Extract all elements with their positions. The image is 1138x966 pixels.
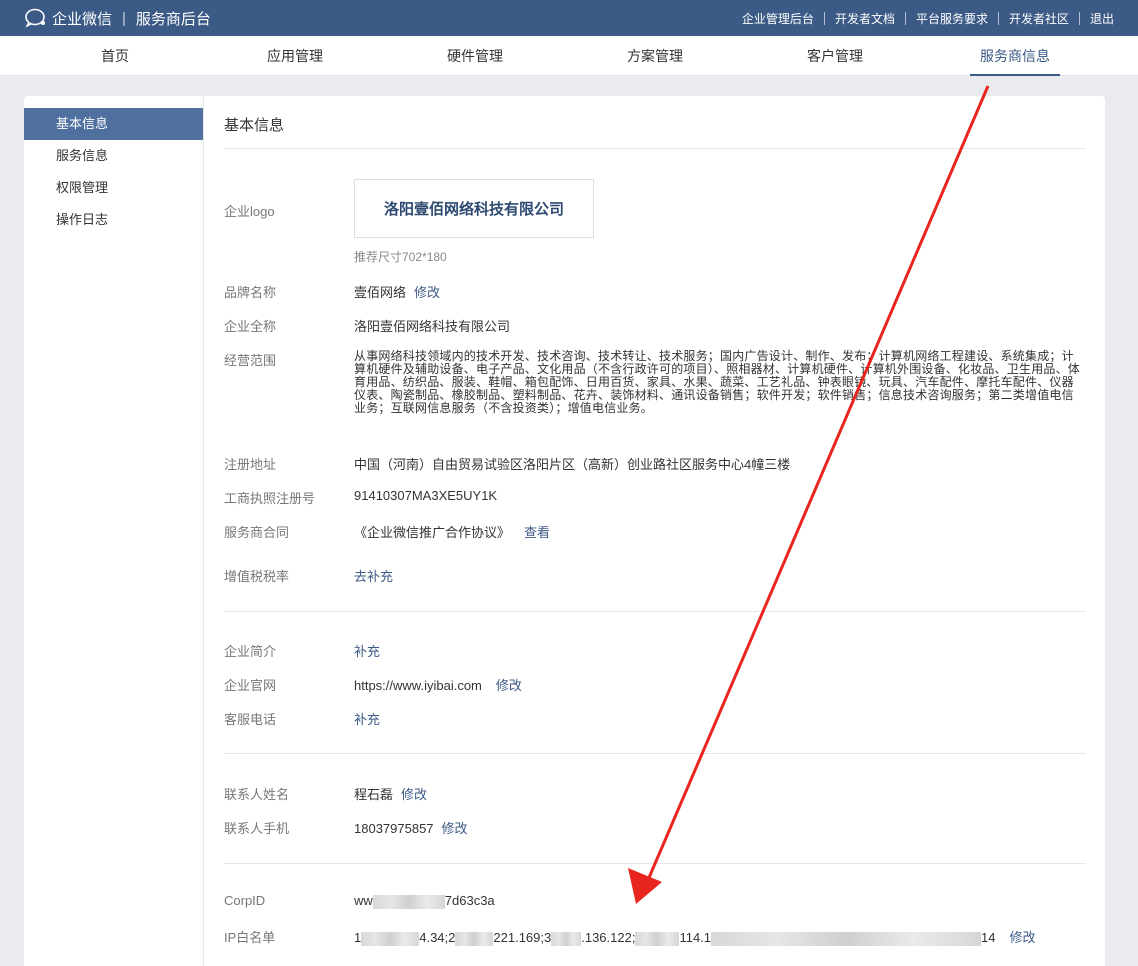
divider xyxy=(224,863,1086,864)
label-phone: 客服电话 xyxy=(224,712,277,727)
page-title: 基本信息 xyxy=(224,117,285,134)
link-platform-rules[interactable]: 平台服务要求 xyxy=(916,10,988,27)
sidebar-item-operation-log[interactable]: 操作日志 xyxy=(24,204,203,236)
ip-whitelist-value: 1 4.34;2 221.169;3 .136.122; 114.1 14 修改 xyxy=(354,927,1036,946)
brand[interactable]: 企业微信 | 服务商后台 xyxy=(24,0,211,36)
ip-part: 221.169;3 xyxy=(493,930,552,945)
website-value: https://www.iyibai.com xyxy=(354,678,482,693)
top-links: 企业管理后台 开发者文档 平台服务要求 开发者社区 退出 xyxy=(742,0,1114,36)
contact-name-wrap: 程石磊 修改 xyxy=(354,784,427,803)
label-tax: 增值税税率 xyxy=(224,569,290,584)
label-license: 工商执照注册号 xyxy=(224,491,316,506)
label-scope: 经营范围 xyxy=(224,353,277,368)
brand-value: 壹佰网络 xyxy=(354,285,407,300)
license-value: 91410307MA3XE5UY1K xyxy=(354,488,498,503)
redacted-block xyxy=(635,931,680,946)
redacted-block xyxy=(372,894,445,909)
tab-provider-info[interactable]: 服务商信息 xyxy=(965,36,1065,76)
sidebar-item-service-info[interactable]: 服务信息 xyxy=(24,140,203,172)
corpid-prefix: ww xyxy=(354,893,373,908)
scope-value: 从事网络科技领域内的技术开发、技术咨询、技术转让、技术服务；国内广告设计、制作、… xyxy=(354,349,1081,415)
tax-value-wrap: 去补充 xyxy=(354,566,393,585)
edit-contact-mobile-link[interactable]: 修改 xyxy=(442,821,468,836)
intro-value-wrap: 补充 xyxy=(354,641,380,660)
label-brand: 品牌名称 xyxy=(224,285,277,300)
divider xyxy=(904,11,906,25)
top-bar: 企业微信 | 服务商后台 企业管理后台 开发者文档 平台服务要求 开发者社区 退… xyxy=(0,0,1138,36)
brand-value-wrap: 壹佰网络 修改 xyxy=(354,282,440,301)
full-name-value: 洛阳壹佰网络科技有限公司 xyxy=(354,319,511,334)
label-website: 企业官网 xyxy=(224,678,277,693)
redacted-block xyxy=(455,931,494,946)
add-intro-link[interactable]: 补充 xyxy=(354,644,380,659)
divider xyxy=(997,11,999,25)
label-intro: 企业简介 xyxy=(224,644,277,659)
ip-part: 114.1 xyxy=(679,930,712,945)
ip-part: 1 xyxy=(354,930,362,945)
divider xyxy=(224,148,1086,149)
website-value-wrap: https://www.iyibai.com 修改 xyxy=(354,675,522,694)
corpid-suffix: 7d63c3a xyxy=(444,893,495,908)
redacted-block xyxy=(711,931,982,946)
label-corpid: CorpID xyxy=(224,893,266,908)
label-full-name: 企业全称 xyxy=(224,319,277,334)
link-admin-console[interactable]: 企业管理后台 xyxy=(742,10,814,27)
label-contract: 服务商合同 xyxy=(224,525,290,540)
label-ip-whitelist: IP白名单 xyxy=(224,930,276,945)
link-dev-docs[interactable]: 开发者文档 xyxy=(835,10,895,27)
divider xyxy=(224,753,1086,754)
link-logout[interactable]: 退出 xyxy=(1090,10,1114,27)
tab-solutions[interactable]: 方案管理 xyxy=(605,36,705,76)
redacted-block xyxy=(551,931,582,946)
brand-name: 企业微信 xyxy=(52,10,113,28)
brand-separator: | xyxy=(122,9,126,27)
address-value: 中国（河南）自由贸易试验区洛阳片区（高新）创业路社区服务中心4幢三楼 xyxy=(354,457,791,472)
ip-part: 14 xyxy=(981,930,996,945)
phone-value-wrap: 补充 xyxy=(354,709,380,728)
contract-value-wrap: 《企业微信推广合作协议》 查看 xyxy=(354,522,550,541)
edit-ip-whitelist-link[interactable]: 修改 xyxy=(1010,930,1036,945)
edit-brand-link[interactable]: 修改 xyxy=(414,285,440,300)
divider xyxy=(224,611,1086,612)
tab-customers[interactable]: 客户管理 xyxy=(785,36,885,76)
sidebar-item-basic-info[interactable]: 基本信息 xyxy=(24,108,203,140)
tab-hardware[interactable]: 硬件管理 xyxy=(425,36,525,76)
label-contact-mobile: 联系人手机 xyxy=(224,821,290,836)
contact-mobile-value: 18037975857 xyxy=(354,821,434,836)
divider xyxy=(1078,11,1080,25)
add-tax-link[interactable]: 去补充 xyxy=(354,569,393,584)
contract-value: 《企业微信推广合作协议》 xyxy=(354,525,511,540)
sidebar: 基本信息 服务信息 权限管理 操作日志 xyxy=(24,96,204,966)
label-address: 注册地址 xyxy=(224,457,277,472)
main-nav: 首页 应用管理 硬件管理 方案管理 客户管理 服务商信息 xyxy=(0,36,1138,76)
edit-contact-name-link[interactable]: 修改 xyxy=(401,787,427,802)
label-contact-name: 联系人姓名 xyxy=(224,787,290,802)
contact-mobile-wrap: 18037975857 修改 xyxy=(354,818,468,837)
tab-home[interactable]: 首页 xyxy=(65,36,165,76)
main-panel: 基本信息 服务信息 权限管理 操作日志 基本信息 企业logo 洛阳壹佰网络科技… xyxy=(24,96,1105,966)
sidebar-item-permissions[interactable]: 权限管理 xyxy=(24,172,203,204)
portal-name: 服务商后台 xyxy=(135,10,211,28)
logo-size-hint: 推荐尺寸702*180 xyxy=(354,250,447,264)
link-dev-community[interactable]: 开发者社区 xyxy=(1009,10,1069,27)
logo-text: 洛阳壹佰网络科技有限公司 xyxy=(383,201,564,218)
ip-part: 4.34;2 xyxy=(419,930,456,945)
ip-part: .136.122; xyxy=(581,930,636,945)
add-phone-link[interactable]: 补充 xyxy=(354,712,380,727)
wecom-logo-icon xyxy=(25,8,45,28)
label-logo: 企业logo xyxy=(224,204,275,219)
view-contract-link[interactable]: 查看 xyxy=(524,525,550,540)
edit-website-link[interactable]: 修改 xyxy=(496,678,522,693)
tab-apps[interactable]: 应用管理 xyxy=(245,36,345,76)
company-logo[interactable]: 洛阳壹佰网络科技有限公司 xyxy=(354,179,594,238)
redacted-block xyxy=(361,931,420,946)
divider xyxy=(823,11,825,25)
corpid-value: ww 7d63c3a xyxy=(354,893,495,909)
contact-name-value: 程石磊 xyxy=(354,787,394,802)
